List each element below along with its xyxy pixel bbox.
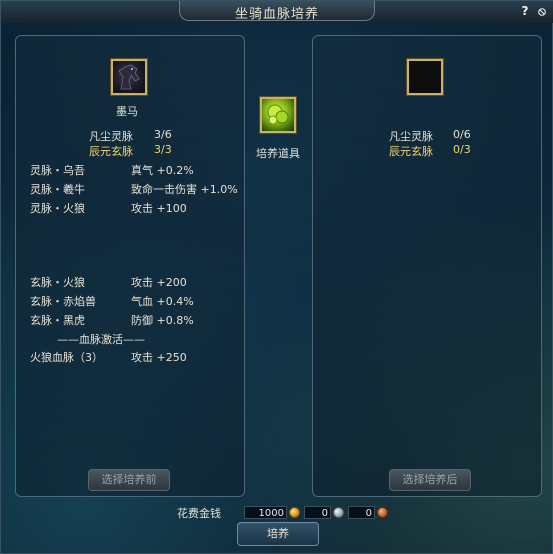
right-summary-value-1: 0/3 [453, 143, 471, 156]
xuan-mai-effect-2: 防御 +0.8% [131, 314, 194, 327]
ling-mai-name-1: 灵脉・羲牛 [30, 183, 85, 196]
xuan-mai-name-0: 玄脉・火狼 [30, 276, 85, 289]
xuan-mai-effect-0: 攻击 +200 [131, 276, 187, 289]
cost-label: 花费金钱 [177, 507, 221, 520]
silver-coin-icon [333, 507, 344, 518]
mount-portrait-slot[interactable] [111, 59, 147, 95]
training-item-label: 培养道具 [256, 147, 300, 160]
gold-coin-icon [289, 507, 300, 518]
ling-mai-effect-1: 致命一击伤害 +1.0% [131, 183, 238, 196]
gold-amount: 1000 [244, 506, 287, 519]
left-summary-value-1: 3/3 [154, 143, 172, 156]
ling-mai-name-0: 灵脉・乌吾 [30, 164, 85, 177]
ling-mai-effect-2: 攻击 +100 [131, 202, 187, 215]
copper-amount: 0 [348, 506, 375, 519]
left-summary-value-0: 3/6 [154, 128, 172, 141]
activation-header: ——血脉激活—— [57, 333, 145, 346]
xuan-mai-effect-1: 气血 +0.4% [131, 295, 194, 308]
copper-coin-icon [377, 507, 388, 518]
right-summary-label-0: 凡尘灵脉 [389, 130, 433, 143]
herb-icon [267, 104, 289, 125]
ling-mai-name-2: 灵脉・火狼 [30, 202, 85, 215]
silver-amount: 0 [304, 506, 331, 519]
window-title: 坐骑血脉培养 [234, 7, 319, 22]
ling-mai-effect-0: 真气 +0.2% [131, 164, 194, 177]
help-icon[interactable]: ? [518, 4, 532, 18]
after-panel [312, 35, 542, 497]
horse-icon [118, 64, 140, 90]
close-icon[interactable]: ⦸ [535, 4, 549, 18]
training-item-slot[interactable] [260, 97, 296, 133]
activation-name: 火狼血脉（3） [30, 351, 103, 364]
xuan-mai-name-1: 玄脉・赤焰兽 [30, 295, 96, 308]
mount-name: 墨马 [116, 105, 138, 118]
left-summary-label-1: 辰元玄脉 [89, 145, 133, 158]
right-summary-label-1: 辰元玄脉 [389, 145, 433, 158]
right-summary-value-0: 0/6 [453, 128, 471, 141]
mount-bloodline-window: 坐骑血脉培养 ? ⦸ 墨马 凡尘灵脉 3/6 辰元玄脉 3/3 灵脉・乌吾 真气… [0, 0, 553, 554]
result-portrait-slot[interactable] [407, 59, 443, 95]
activation-effect: 攻击 +250 [131, 351, 187, 364]
xuan-mai-name-2: 玄脉・黑虎 [30, 314, 85, 327]
left-summary-label-0: 凡尘灵脉 [89, 130, 133, 143]
select-after-button[interactable]: 选择培养后 [389, 469, 471, 491]
train-button[interactable]: 培养 [237, 522, 319, 546]
select-before-button[interactable]: 选择培养前 [88, 469, 170, 491]
